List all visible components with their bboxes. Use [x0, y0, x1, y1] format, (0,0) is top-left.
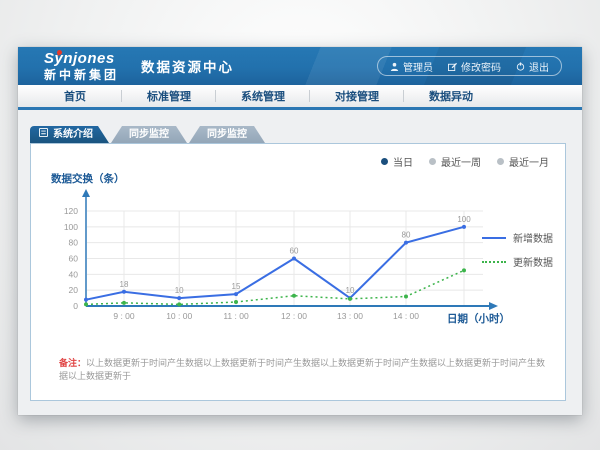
nav-item-data-change[interactable]: 数据异动: [404, 85, 498, 107]
app-window: Synjones 新中新集团 数据资源中心 管理员 修改密码 退出: [18, 47, 582, 415]
radio-dot-icon: [497, 158, 504, 165]
svg-text:80: 80: [69, 238, 79, 248]
svg-text:13 : 00: 13 : 00: [337, 311, 363, 321]
nav-item-standard-mgmt[interactable]: 标准管理: [122, 85, 216, 107]
chart-panel: 当日 最近一周 最近一月 数据交换（条） 0204060801001209 : …: [30, 143, 566, 401]
tab-sync-monitor-2[interactable]: 同步监控: [189, 126, 265, 143]
nav-item-interface-mgmt[interactable]: 对接管理: [310, 85, 404, 107]
legend-label: 更新数据: [513, 254, 553, 269]
main-navbar: 首页 标准管理 系统管理 对接管理 数据异动: [18, 85, 582, 110]
tab-label: 同步监控: [129, 126, 169, 143]
logout-button[interactable]: 退出: [516, 59, 549, 74]
legend-label: 新增数据: [513, 230, 553, 245]
radio-dot-icon: [381, 158, 388, 165]
legend-item-updated-data[interactable]: 更新数据: [482, 254, 553, 269]
admin-user-button[interactable]: 管理员: [390, 59, 433, 74]
svg-text:18: 18: [120, 280, 129, 289]
svg-text:10: 10: [346, 286, 355, 295]
tab-system-intro[interactable]: 系统介绍: [30, 126, 109, 143]
time-range-filter: 当日 最近一周 最近一月: [381, 154, 549, 169]
svg-text:11 : 00: 11 : 00: [223, 311, 249, 321]
page-title: 数据资源中心: [141, 56, 234, 76]
company-logo: Synjones 新中新集团: [44, 51, 119, 81]
change-password-button[interactable]: 修改密码: [448, 59, 501, 74]
time-option-last-month[interactable]: 最近一月: [497, 154, 549, 169]
svg-text:20: 20: [69, 285, 79, 295]
time-option-today[interactable]: 当日: [381, 154, 413, 169]
svg-text:14 : 00: 14 : 00: [393, 311, 419, 321]
tab-label: 同步监控: [207, 126, 247, 143]
svg-text:10 : 00: 10 : 00: [166, 311, 192, 321]
svg-text:100: 100: [457, 215, 471, 224]
svg-text:15: 15: [232, 282, 241, 291]
svg-text:120: 120: [64, 206, 78, 216]
svg-text:80: 80: [402, 231, 411, 240]
svg-text:0: 0: [73, 301, 78, 311]
edit-icon: [448, 62, 457, 71]
time-option-label: 最近一周: [441, 154, 481, 169]
time-option-last-week[interactable]: 最近一周: [429, 154, 481, 169]
series-legend: 新增数据 更新数据: [482, 230, 553, 269]
radio-dot-icon: [429, 158, 436, 165]
logo-company-text: 新中新集团: [44, 69, 119, 81]
footnote: 备注：以上数据更新于时间产生数据以上数据更新于时间产生数据以上数据更新于时间产生…: [59, 357, 554, 382]
content-area: 系统介绍 同步监控 同步监控 当日 最近一周: [18, 110, 582, 401]
svg-text:9 : 00: 9 : 00: [113, 311, 135, 321]
time-option-label: 当日: [393, 154, 413, 169]
tab-label: 系统介绍: [53, 126, 93, 143]
change-password-label: 修改密码: [461, 59, 501, 74]
legend-item-new-data[interactable]: 新增数据: [482, 230, 553, 245]
svg-text:日期（小时）: 日期（小时）: [447, 312, 510, 325]
power-icon: [516, 62, 525, 71]
dotted-line-icon: [482, 261, 506, 263]
solid-line-icon: [482, 237, 506, 239]
footnote-text: 以上数据更新于时间产生数据以上数据更新于时间产生数据以上数据更新于时间产生数据以…: [59, 358, 545, 381]
app-header: Synjones 新中新集团 数据资源中心 管理员 修改密码 退出: [18, 47, 582, 85]
footnote-label: 备注：: [59, 358, 86, 368]
tab-sync-monitor-1[interactable]: 同步监控: [111, 126, 187, 143]
logout-label: 退出: [529, 59, 549, 74]
tab-bar: 系统介绍 同步监控 同步监控: [30, 126, 582, 143]
nav-item-home[interactable]: 首页: [28, 85, 122, 107]
svg-text:10: 10: [175, 286, 184, 295]
svg-text:40: 40: [69, 269, 79, 279]
user-menu: 管理员 修改密码 退出: [377, 56, 562, 76]
logo-brand-text: Synjones: [44, 51, 115, 66]
svg-text:12 : 00: 12 : 00: [281, 311, 307, 321]
nav-item-system-mgmt[interactable]: 系统管理: [216, 85, 310, 107]
svg-text:60: 60: [69, 254, 79, 264]
user-icon: [390, 62, 399, 71]
admin-user-label: 管理员: [403, 59, 433, 74]
time-option-label: 最近一月: [509, 154, 549, 169]
svg-text:60: 60: [290, 247, 299, 256]
svg-text:100: 100: [64, 222, 78, 232]
document-icon: [39, 126, 48, 143]
